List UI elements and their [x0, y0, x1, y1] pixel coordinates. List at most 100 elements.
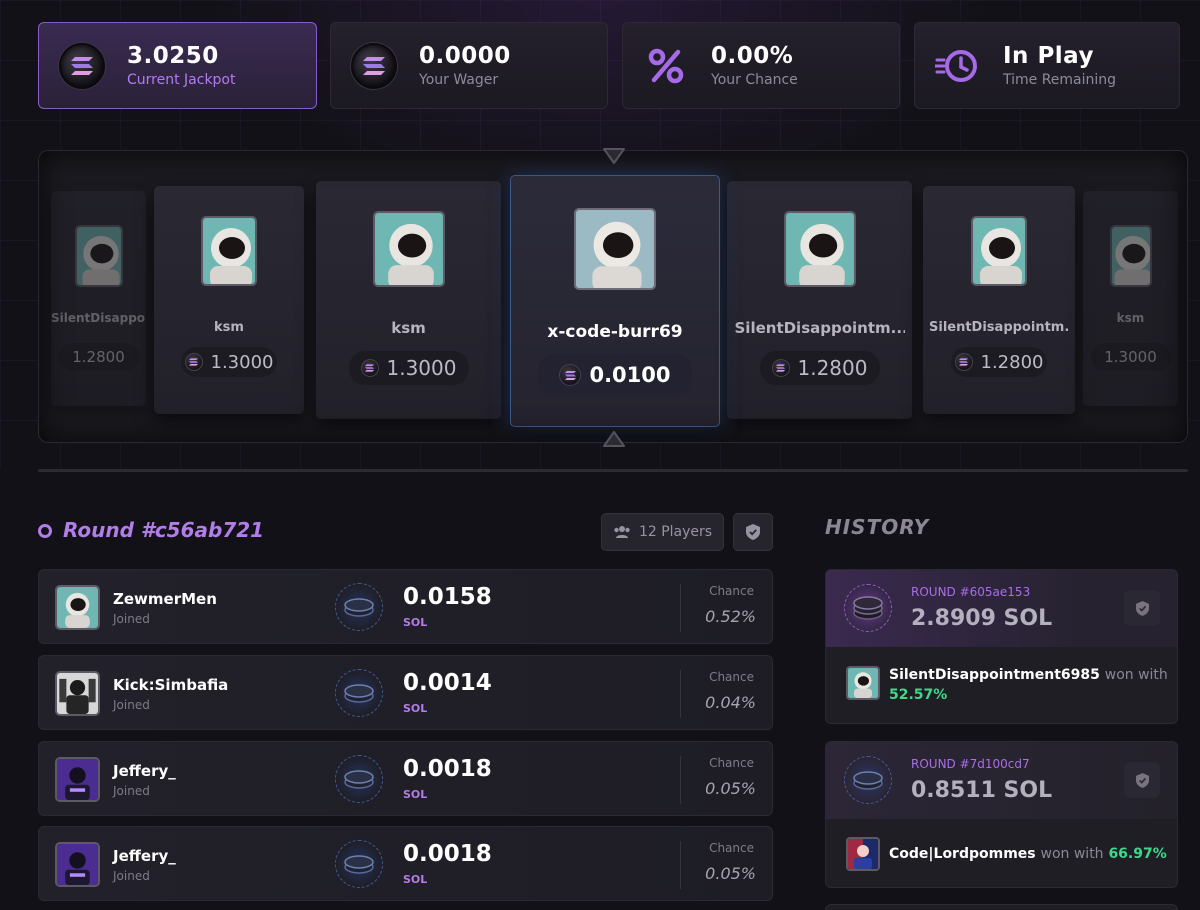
- players-count-button[interactable]: 12 Players: [601, 513, 724, 551]
- player-row: Jeffery_ Joined 0.0018 SOL Chance 0.05%: [38, 826, 773, 901]
- player-name: ksm: [214, 320, 244, 335]
- solana-coin-icon: [771, 359, 790, 377]
- carousel-card: ksm 1.3000: [316, 181, 501, 419]
- carousel-pointer-top: [599, 145, 629, 167]
- row-separator: [680, 841, 681, 889]
- history-card[interactable]: ROUND #7d100cd7 0.8511 SOL Code|Lordpomm…: [825, 741, 1178, 888]
- solana-coin-icon: [184, 353, 203, 371]
- solana-coin-icon: [360, 359, 379, 377]
- wager-amount-value: 0.0100: [589, 363, 671, 387]
- currency-unit: SOL: [403, 702, 428, 715]
- users-icon: [614, 526, 630, 538]
- row-separator: [680, 670, 681, 718]
- carousel-card: ksm 1.3000: [154, 186, 304, 414]
- wager-amount: 1.2800: [951, 347, 1047, 377]
- section-divider: [38, 469, 1188, 472]
- avatar: [846, 837, 880, 871]
- wager-amount: 1.3000: [348, 351, 469, 385]
- jackpot-label: Current Jackpot: [127, 71, 236, 88]
- wager-value: 0.0000: [419, 42, 511, 69]
- wager-amount-value: 1.2800: [980, 351, 1044, 373]
- won-with-text: won with: [1040, 846, 1104, 862]
- history-card-partial: [825, 904, 1178, 910]
- sol-chip-icon: [335, 755, 383, 803]
- wager-amount-value: 1.3000: [1104, 348, 1157, 366]
- row-separator: [680, 584, 681, 632]
- carousel-card: SilentDisappointm... 1.2800: [727, 181, 912, 419]
- stat-time-remaining: In Play Time Remaining: [914, 22, 1180, 109]
- spinner-carousel: SilentDisappointm... 1.2800 ksm 1.3000 k…: [38, 150, 1188, 443]
- wager-amount-value: 1.2800: [797, 356, 868, 380]
- avatar: [846, 666, 880, 700]
- wager-amount: 1.2800: [58, 343, 139, 371]
- history-title: HISTORY: [825, 515, 930, 539]
- winner-pct-line: 52.57%: [889, 685, 947, 705]
- player-status: Joined: [113, 612, 150, 626]
- chance-value: 0.05%: [705, 864, 756, 883]
- currency-unit: SOL: [403, 788, 428, 801]
- chance-value: 0.52%: [705, 607, 756, 626]
- stat-current-jackpot: 3.0250 Current Jackpot: [38, 22, 317, 109]
- wager-amount: 0.0018: [403, 756, 492, 782]
- chance-value: 0.00%: [711, 42, 794, 69]
- stat-your-wager: 0.0000 Your Wager: [330, 22, 608, 109]
- currency-unit: SOL: [403, 873, 428, 886]
- avatar: [55, 671, 100, 716]
- carousel-card: SilentDisappointm... 1.2800: [923, 186, 1075, 414]
- wager-amount-value: 1.3000: [386, 356, 457, 380]
- player-name: Jeffery_: [113, 847, 176, 865]
- chance-value: 0.05%: [705, 779, 756, 798]
- player-name: ksm: [391, 319, 426, 337]
- shield-check-icon: [746, 524, 760, 540]
- sol-chip-icon: [844, 584, 892, 632]
- avatar: [74, 225, 123, 287]
- wager-amount: 0.0158: [403, 584, 492, 610]
- round-value: 0.8511 SOL: [911, 778, 1053, 803]
- winner-line: Code|Lordpommes won with 66.97%: [889, 844, 1167, 864]
- winner-name: SilentDisappointment6985: [889, 667, 1100, 683]
- stat-your-chance: 0.00% Your Chance: [622, 22, 900, 109]
- player-name: x-code-burr69: [547, 322, 683, 342]
- player-name: SilentDisappointm...: [929, 320, 1069, 335]
- avatar: [783, 211, 856, 287]
- wager-amount: 0.0014: [403, 670, 492, 696]
- winner-percentage: 52.57%: [889, 687, 948, 703]
- player-status: Joined: [113, 698, 150, 712]
- player-name: SilentDisappointm...: [51, 311, 146, 325]
- sol-chip-icon: [335, 583, 383, 631]
- round-title: Round #c56ab721: [63, 518, 265, 542]
- avatar: [574, 208, 656, 290]
- player-status: Joined: [113, 869, 150, 883]
- avatar: [55, 585, 100, 630]
- shield-check-icon[interactable]: [1124, 762, 1160, 798]
- history-card[interactable]: ROUND #605ae153 2.8909 SOL SilentDisappo…: [825, 569, 1178, 724]
- wager-amount-value: 1.2800: [72, 348, 125, 366]
- shield-check-icon[interactable]: [1124, 590, 1160, 626]
- player-name: SilentDisappointm...: [734, 319, 905, 337]
- won-with-text: won with: [1104, 667, 1168, 683]
- carousel-pointer-bottom: [599, 428, 629, 450]
- stopwatch-icon: [935, 43, 981, 89]
- chance-label: Chance: [709, 670, 754, 684]
- carousel-card: SilentDisappointm... 1.2800: [51, 191, 146, 406]
- chance-label: Your Chance: [711, 71, 798, 88]
- sol-chip-icon: [844, 756, 892, 804]
- wager-amount: 1.3000: [181, 347, 277, 377]
- player-name: Jeffery_: [113, 762, 176, 780]
- player-name: Kick:Simbafia: [113, 676, 229, 694]
- wager-amount: 0.0018: [403, 841, 492, 867]
- round-id: ROUND #605ae153: [911, 585, 1031, 599]
- player-name: ZewmerMen: [113, 590, 217, 608]
- currency-unit: SOL: [403, 616, 428, 629]
- provably-fair-button[interactable]: [733, 513, 773, 551]
- round-id: ROUND #7d100cd7: [911, 757, 1030, 771]
- carousel-card-selected: x-code-burr69 0.0100: [510, 175, 720, 427]
- player-row: ZewmerMen Joined 0.0158 SOL Chance 0.52%: [38, 569, 773, 644]
- wager-amount: 0.0100: [538, 354, 692, 396]
- wager-amount-value: 1.3000: [210, 351, 274, 373]
- avatar: [55, 757, 100, 802]
- chance-label: Chance: [709, 756, 754, 770]
- solana-coin-icon: [59, 42, 105, 89]
- winner-name: Code|Lordpommes: [889, 846, 1036, 862]
- player-status: Joined: [113, 784, 150, 798]
